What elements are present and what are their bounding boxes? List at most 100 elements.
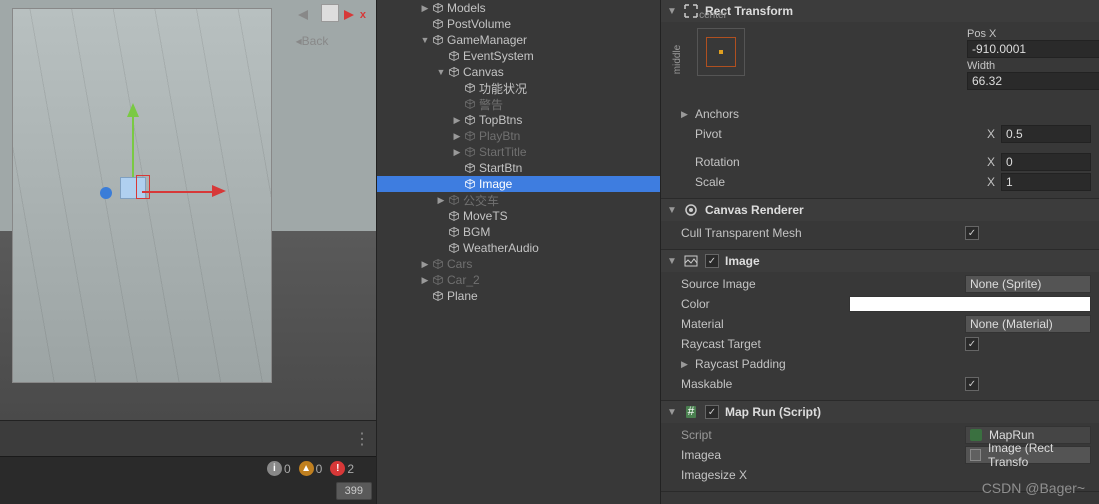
- hierarchy-item[interactable]: StartBtn: [377, 160, 660, 176]
- rotation-label: Rotation: [695, 155, 975, 169]
- raycast-target-label: Raycast Target: [681, 337, 961, 351]
- hierarchy-item[interactable]: ▶PlayBtn: [377, 128, 660, 144]
- foldout-icon[interactable]: ▶: [419, 3, 431, 14]
- maprun-header[interactable]: ▼ # ✓ Map Run (Script): [661, 401, 1099, 423]
- hierarchy-item[interactable]: 警告: [377, 96, 660, 112]
- foldout-icon[interactable]: ▶: [435, 195, 447, 206]
- status-counters[interactable]: i 0 ▲ 0 ! 2: [259, 457, 368, 480]
- imagesize-label: Imagesize X: [681, 468, 961, 482]
- gameobject-cube-icon: [431, 1, 445, 15]
- gameobject-cube-icon: [463, 145, 477, 159]
- gizmo-x-axis[interactable]: [142, 191, 222, 193]
- hierarchy-item[interactable]: ▼ GameManager: [377, 32, 660, 48]
- hierarchy-item[interactable]: Image: [377, 176, 660, 192]
- info-icon[interactable]: i: [267, 461, 282, 476]
- hierarchy-item[interactable]: ▼ Canvas: [377, 64, 660, 80]
- hierarchy-item-label: GameManager: [447, 33, 527, 47]
- hierarchy-item[interactable]: ▶StartTitle: [377, 144, 660, 160]
- gizmo-z-sphere[interactable]: [100, 187, 112, 199]
- canvas-renderer-icon: [683, 202, 699, 218]
- more-menu-icon[interactable]: ⋮: [354, 429, 370, 449]
- source-image-field[interactable]: None (Sprite): [965, 275, 1091, 293]
- cull-transparent-checkbox[interactable]: ✓: [965, 226, 979, 240]
- scale-x-input[interactable]: [1001, 173, 1091, 191]
- imagea-label: Imagea: [681, 448, 961, 462]
- hierarchy-item-label: Cars: [447, 257, 472, 271]
- foldout-icon[interactable]: ▼: [667, 6, 677, 17]
- raycast-target-checkbox[interactable]: ✓: [965, 337, 979, 351]
- image-header[interactable]: ▼ ✓ Image: [661, 250, 1099, 272]
- hierarchy-item[interactable]: MoveTS: [377, 208, 660, 224]
- material-field[interactable]: None (Material): [965, 315, 1091, 333]
- hierarchy-item[interactable]: WeatherAudio: [377, 240, 660, 256]
- gameobject-cube-icon: [463, 161, 477, 175]
- imagea-field[interactable]: Image (Rect Transfo: [965, 446, 1091, 464]
- anchor-preset-button[interactable]: [697, 28, 745, 76]
- gameobject-cube-icon: [463, 129, 477, 143]
- back-label: Back: [302, 34, 329, 48]
- foldout-icon[interactable]: ▼: [667, 256, 677, 267]
- rotation-x-input[interactable]: [1001, 153, 1091, 171]
- image-enabled-checkbox[interactable]: ✓: [705, 254, 719, 268]
- script-icon: #: [683, 404, 699, 420]
- back-button[interactable]: ◂Back: [292, 34, 332, 48]
- transform-gizmo[interactable]: [102, 105, 232, 205]
- gizmo-x-arrow-head: [212, 185, 226, 197]
- scene-toolbar: ⋮: [0, 420, 376, 456]
- gizmo-cube-icon[interactable]: [321, 4, 339, 22]
- pivot-x-input[interactable]: [1001, 125, 1091, 143]
- hierarchy-item[interactable]: 功能状况: [377, 80, 660, 96]
- foldout-icon[interactable]: ▼: [435, 67, 447, 77]
- hierarchy-item-label: 公交车: [463, 192, 499, 209]
- hierarchy-item[interactable]: ▶Car_2: [377, 272, 660, 288]
- posx-input[interactable]: [967, 40, 1099, 58]
- component-title: Rect Transform: [705, 4, 1093, 18]
- maskable-checkbox[interactable]: ✓: [965, 377, 979, 391]
- error-icon[interactable]: !: [330, 461, 345, 476]
- gameobject-cube-icon: [447, 65, 461, 79]
- warning-icon[interactable]: ▲: [299, 461, 314, 476]
- color-swatch[interactable]: [849, 296, 1091, 312]
- width-input[interactable]: [967, 72, 1099, 90]
- scene-viewport[interactable]: x ◂Back: [0, 0, 376, 420]
- raycast-padding-foldout[interactable]: ▶: [681, 359, 691, 370]
- hierarchy-item[interactable]: ▶TopBtns: [377, 112, 660, 128]
- foldout-icon[interactable]: ▶: [419, 275, 431, 286]
- foldout-icon[interactable]: ▼: [667, 205, 677, 216]
- material-label: Material: [681, 317, 961, 331]
- scene-3d-area[interactable]: x ◂Back: [0, 0, 376, 420]
- foldout-icon[interactable]: ▶: [451, 131, 463, 142]
- canvas-renderer-component: ▼ Canvas Renderer Cull Transparent Mesh …: [661, 199, 1099, 250]
- hierarchy-item[interactable]: PostVolume: [377, 16, 660, 32]
- gameobject-cube-icon: [431, 33, 445, 47]
- maprun-component: ▼ # ✓ Map Run (Script) Script MapRun Ima…: [661, 401, 1099, 492]
- hierarchy-item[interactable]: ▶ Cars: [377, 256, 660, 272]
- hierarchy-item[interactable]: EventSystem: [377, 48, 660, 64]
- hierarchy-item[interactable]: ▶ Models: [377, 0, 660, 16]
- foldout-icon[interactable]: ▼: [667, 407, 677, 418]
- hierarchy-item[interactable]: ▶ 公交车: [377, 192, 660, 208]
- anchors-label: Anchors: [695, 107, 739, 121]
- hierarchy-item[interactable]: BGM: [377, 224, 660, 240]
- foldout-icon[interactable]: ▶: [451, 115, 463, 126]
- foldout-icon[interactable]: ▼: [419, 35, 431, 45]
- hierarchy-item-label: Canvas: [463, 65, 504, 79]
- x-label: X: [979, 175, 997, 189]
- x-label: X: [979, 155, 997, 169]
- hierarchy-item-label: Models: [447, 1, 486, 15]
- gameobject-cube-icon: [463, 177, 477, 191]
- hierarchy-panel[interactable]: ▶ ModelsPostVolume ▼ GameManager EventSystem…: [376, 0, 660, 504]
- maprun-enabled-checkbox[interactable]: ✓: [705, 405, 719, 419]
- inspector-panel[interactable]: ▼ Rect Transform center middle Pos X Wid…: [660, 0, 1099, 504]
- gizmo-yz-plane[interactable]: [136, 175, 150, 199]
- raycast-padding-label: Raycast Padding: [695, 357, 786, 371]
- canvas-renderer-header[interactable]: ▼ Canvas Renderer: [661, 199, 1099, 221]
- foldout-icon[interactable]: ▶: [451, 147, 463, 158]
- gizmo-x-cone[interactable]: [344, 10, 354, 20]
- gameobject-cube-icon: [463, 81, 477, 95]
- gameobject-cube-icon: [447, 225, 461, 239]
- foldout-icon[interactable]: ▶: [419, 259, 431, 270]
- anchors-foldout[interactable]: ▶: [681, 109, 691, 120]
- hierarchy-item-label: EventSystem: [463, 49, 534, 63]
- hierarchy-item[interactable]: Plane: [377, 288, 660, 304]
